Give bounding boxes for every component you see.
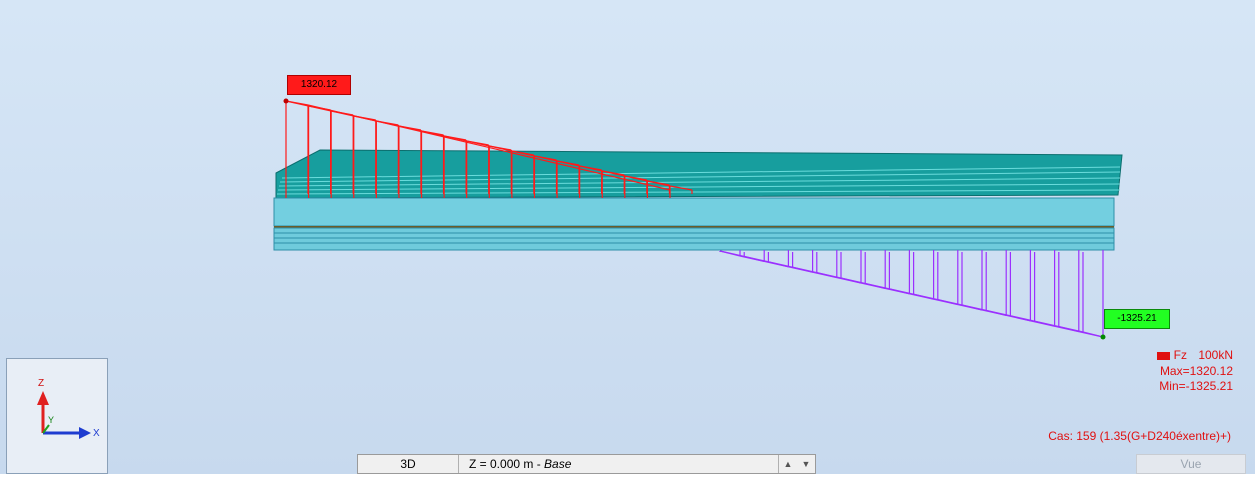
vue-button[interactable]: Vue	[1136, 454, 1246, 474]
deck-lower-layers	[273, 227, 1115, 251]
level-up-button[interactable]: ▲	[779, 455, 797, 473]
y-axis-label: Y	[48, 415, 54, 425]
3d-viewport[interactable]: 1320.12 -1325.21 Fz 100kN Max=1320.12 Mi…	[0, 0, 1255, 474]
legend-min: Min=-1325.21	[1159, 378, 1233, 393]
axis-triad-icon: Z Y X	[37, 378, 100, 439]
axis-orientation-widget[interactable]: Z Y X	[6, 358, 108, 474]
model-scene	[273, 98, 1123, 340]
result-legend: Fz 100kN Max=1320.12 Min=-1325.21	[1073, 348, 1233, 394]
legend-quantity: Fz 100kN	[1073, 348, 1233, 364]
view-toolbar: 3D Z = 0.000 m - Base ▲ ▼	[357, 454, 816, 474]
load-case-text: Cas: 159 (1.35(G+D240éxentre)+)	[1048, 429, 1231, 443]
legend-quantity-name: Fz	[1173, 348, 1187, 362]
x-axis-label: X	[93, 428, 100, 439]
min-point-marker	[1100, 334, 1106, 340]
z-axis-label: Z	[38, 378, 44, 389]
max-value-label: 1320.12	[287, 75, 351, 95]
deck-front-face	[273, 197, 1115, 227]
legend-unit: 100kN	[1198, 348, 1233, 362]
min-value-label: -1325.21	[1104, 309, 1170, 329]
negative-force-diagram	[719, 250, 1104, 338]
x-axis-arrow	[79, 427, 91, 439]
force-unit-icon	[1156, 351, 1170, 360]
max-point-marker	[283, 98, 289, 104]
level-down-button[interactable]: ▼	[797, 455, 815, 473]
force-envelope	[719, 250, 1084, 333]
z-axis-arrow	[37, 391, 49, 405]
view-mode-button[interactable]: 3D	[358, 455, 459, 473]
legend-max: Max=1320.12	[1159, 363, 1233, 378]
level-prefix: Z = 0.000 m -	[469, 457, 545, 471]
level-selector[interactable]: Z = 0.000 m - Base	[459, 455, 779, 473]
level-name: Base	[544, 457, 572, 471]
